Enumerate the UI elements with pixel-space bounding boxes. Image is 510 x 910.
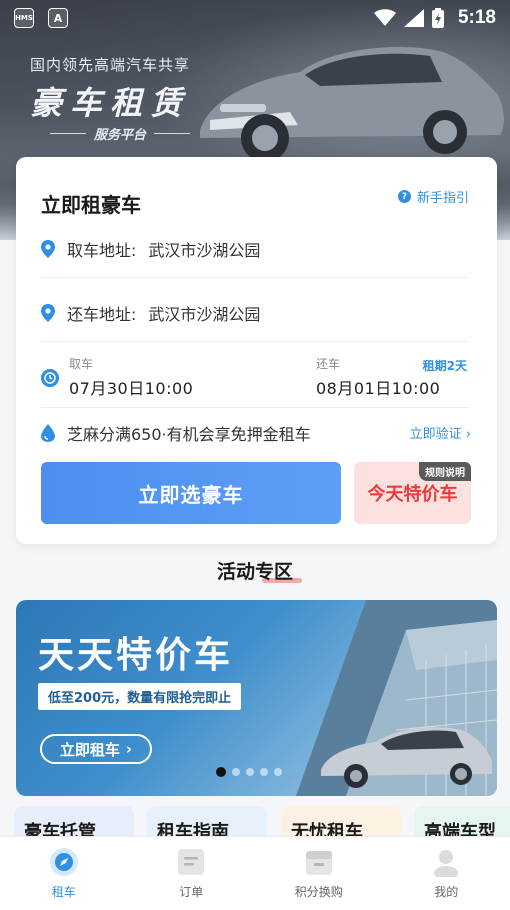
user-icon: [434, 850, 459, 877]
carousel-dot[interactable]: [274, 768, 282, 776]
tab-rent[interactable]: 租车: [0, 837, 128, 910]
wifi-icon: [373, 9, 396, 26]
return-label: 还车地址:: [67, 305, 137, 324]
signal-icon: [403, 9, 424, 27]
promo-banner[interactable]: 天天特价车 低至200元，数量有限抢完即止 立即租车 ›: [16, 600, 497, 796]
pickup-address-row[interactable]: 取车地址: 武汉市沙湖公园: [41, 237, 260, 261]
guide-label: 新手指引: [416, 191, 469, 206]
chevron-right-icon: ›: [125, 740, 133, 758]
special-car-button[interactable]: 今天特价车 规则说明: [354, 462, 471, 524]
hero-subtitle: 国内领先高端汽车共享: [30, 56, 191, 74]
hero-title: 豪车租赁: [30, 84, 191, 122]
banner-car-image: [321, 727, 492, 788]
carousel-dot[interactable]: [216, 767, 226, 777]
carousel-dot[interactable]: [232, 768, 240, 776]
tab-orders-label: 订单: [179, 885, 204, 899]
compass-icon: [49, 848, 78, 876]
hms-icon: HMS: [14, 8, 34, 28]
choose-car-button[interactable]: 立即选豪车: [41, 462, 341, 524]
tab-rent-label: 租车: [51, 885, 76, 899]
carousel-dot[interactable]: [246, 768, 254, 776]
battery-icon: [431, 8, 444, 28]
banner-subtitle: 低至200元，数量有限抢完即止: [38, 683, 242, 710]
tab-points-label: 积分换购: [294, 885, 343, 899]
divider: [41, 341, 469, 342]
store-icon: [305, 851, 332, 875]
rules-tag[interactable]: 规则说明: [419, 462, 471, 481]
carousel-dots[interactable]: [216, 767, 282, 777]
activity-section-title: 活动专区: [216, 561, 293, 583]
pickup-time-label: 取车: [69, 357, 94, 371]
status-bar: HMS A 5:18: [0, 0, 510, 36]
tab-orders[interactable]: 订单: [128, 837, 256, 910]
clock: 5:18: [457, 7, 496, 28]
rental-card: 立即租豪车 ? 新手指引 取车地址: 武汉市沙湖公园 还车地址: 武汉市沙湖公园…: [16, 157, 497, 544]
pickup-time-value[interactable]: 07月30日10:00: [69, 375, 193, 399]
tab-mine[interactable]: 我的: [383, 837, 510, 910]
rental-period: 租期2天: [422, 359, 467, 373]
hero-tag-label: 服务平台: [94, 128, 147, 143]
hero-car-image: [200, 46, 504, 162]
beginner-guide-link[interactable]: ? 新手指引: [397, 187, 469, 206]
sesame-text: 芝麻分满650·有机会享免押金租车: [67, 425, 311, 444]
divider: [41, 277, 469, 278]
special-car-label: 今天特价车: [367, 484, 458, 505]
app-notification-icon: A: [48, 8, 68, 28]
sesame-credit-row: 芝麻分满650·有机会享免押金租车: [41, 421, 311, 445]
divider: [41, 407, 469, 408]
divider: [154, 133, 191, 134]
pickup-label: 取车地址:: [67, 241, 137, 260]
location-pin-icon: [41, 240, 55, 258]
return-address-row[interactable]: 还车地址: 武汉市沙湖公园: [41, 301, 260, 325]
rent-now-label: 立即租车: [59, 740, 120, 759]
verify-now-link[interactable]: 立即验证 ›: [410, 423, 471, 442]
carousel-dot[interactable]: [260, 768, 268, 776]
bottom-tab-bar: 租车 订单 积分换购 我的: [0, 836, 510, 910]
divider: [50, 133, 86, 134]
clock-icon: [41, 369, 59, 387]
location-pin-icon: [41, 304, 55, 322]
hero-tag: 服务平台: [50, 124, 191, 143]
card-title: 立即租豪车: [41, 193, 141, 217]
drop-icon: [41, 424, 55, 442]
tab-points-store[interactable]: 积分换购: [255, 837, 383, 910]
return-time-label: 还车: [316, 357, 341, 371]
rent-now-button[interactable]: 立即租车 ›: [40, 734, 152, 764]
return-time-value[interactable]: 08月01日10:00: [316, 375, 440, 399]
return-value: 武汉市沙湖公园: [148, 305, 261, 324]
tab-mine-label: 我的: [434, 885, 459, 899]
order-icon: [178, 849, 205, 875]
help-icon: ?: [397, 190, 411, 203]
banner-title: 天天特价车: [38, 635, 234, 676]
pickup-value: 武汉市沙湖公园: [148, 241, 261, 260]
